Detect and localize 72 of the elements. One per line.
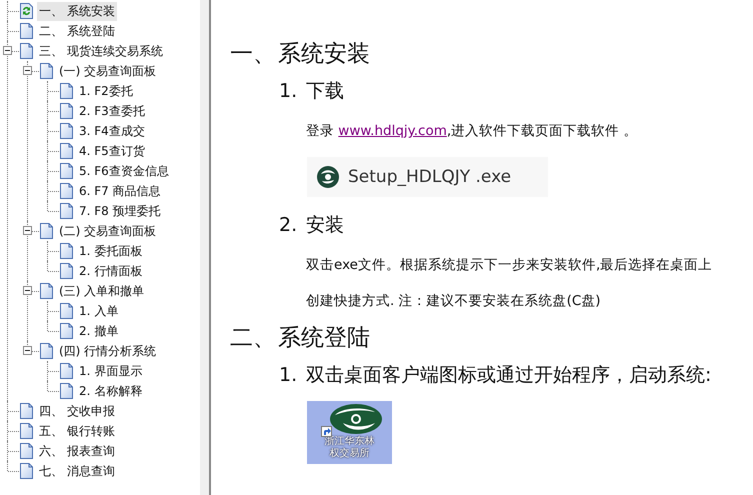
page-icon <box>60 143 73 159</box>
refresh-page-icon <box>20 3 33 19</box>
tree-item[interactable]: 一、 系统安装 <box>37 2 117 20</box>
page-icon <box>60 163 73 179</box>
page-icon <box>60 203 73 219</box>
collapse-toggle[interactable] <box>23 346 32 355</box>
tree-item[interactable]: 二、 系统登陆 <box>37 22 117 40</box>
tree-item[interactable]: 6. F7 商品信息 <box>77 182 163 200</box>
tree-item[interactable]: 2. F3查委托 <box>77 102 147 120</box>
heading-number: 1. <box>279 80 298 102</box>
tree-item[interactable]: (三) 入单和撤单 <box>57 282 146 300</box>
tree-item[interactable]: 5. F6查资金信息 <box>77 162 171 180</box>
page-icon <box>60 323 73 339</box>
tree-item[interactable]: 7. F8 预埋委托 <box>77 202 163 220</box>
page-icon <box>40 283 53 299</box>
tree-item[interactable]: 五、 银行转账 <box>37 422 117 440</box>
pane-splitter[interactable] <box>200 0 211 495</box>
website-link[interactable]: www.hdlqjy.com <box>338 123 447 139</box>
tree-item[interactable]: 七、 消息查询 <box>37 462 117 480</box>
collapse-toggle[interactable] <box>23 286 32 295</box>
page-icon <box>60 123 73 139</box>
heading-number: 1. <box>279 364 298 386</box>
page-icon <box>40 223 53 239</box>
page-icon <box>20 443 33 459</box>
page-icon <box>20 403 33 419</box>
page-icon <box>20 43 33 59</box>
page-icon <box>20 463 33 479</box>
tree-item[interactable]: 1. 入单 <box>77 302 120 320</box>
heading-number: 一、 <box>230 40 277 68</box>
heading: 系统安装 <box>278 40 370 68</box>
tree-item[interactable]: (二) 交易查询面板 <box>57 222 158 240</box>
paragraph: 双击exe文件。根据系统提示下一步来安装软件,最后选择在桌面上 <box>306 256 712 274</box>
page-icon <box>60 243 73 259</box>
tree-item[interactable]: 1. F2委托 <box>77 82 135 100</box>
collapse-toggle[interactable] <box>23 66 32 75</box>
page-icon <box>60 363 73 379</box>
page-icon <box>60 263 73 279</box>
tree-item[interactable]: 2. 撤单 <box>77 322 120 340</box>
tree-item[interactable]: 2. 名称解释 <box>77 382 144 400</box>
heading: 安装 <box>306 213 344 238</box>
app-logo-icon <box>316 165 340 189</box>
page-icon <box>60 83 73 99</box>
heading-number: 二、 <box>230 324 277 352</box>
page-icon <box>60 183 73 199</box>
heading: 系统登陆 <box>278 324 370 352</box>
tree-item[interactable]: (四) 行情分析系统 <box>57 342 158 360</box>
paragraph: 登录 www.hdlqjy.com,进入软件下载页面下载软件 。 <box>306 122 638 140</box>
tree-item[interactable]: 4. F5查订货 <box>77 142 147 160</box>
tree-item[interactable]: 1. 界面显示 <box>77 362 144 380</box>
heading-number: 2. <box>279 214 298 236</box>
tree-item[interactable]: 三、 现货连续交易系统 <box>37 42 165 60</box>
collapse-toggle[interactable] <box>23 226 32 235</box>
tree-item[interactable]: 3. F4查成交 <box>77 122 147 140</box>
page-icon <box>40 63 53 79</box>
page-icon <box>60 383 73 399</box>
tree-item[interactable]: 1. 委托面板 <box>77 242 144 260</box>
page-icon <box>20 23 33 39</box>
heading: 双击桌面客户端图标或通过开始程序，启动系统: <box>306 363 712 388</box>
logo-icon <box>328 403 382 435</box>
tree-item[interactable]: 六、 报表查询 <box>37 442 117 460</box>
heading: 下载 <box>306 79 344 104</box>
page-icon <box>20 423 33 439</box>
tree-item[interactable]: 2. 行情面板 <box>77 262 144 280</box>
collapse-toggle[interactable] <box>3 46 12 55</box>
shortcut-arrow-icon <box>321 426 332 437</box>
page-icon <box>60 103 73 119</box>
page-icon <box>40 343 53 359</box>
file-name: Setup_HDLQJY .exe <box>348 167 512 187</box>
tree-item[interactable]: 四、 交收申报 <box>37 402 117 420</box>
page-icon <box>60 303 73 319</box>
paragraph: 创建快捷方式. 注：建议不要安装在系统盘(C盘) <box>306 292 601 310</box>
tree-item[interactable]: (一) 交易查询面板 <box>57 62 158 80</box>
